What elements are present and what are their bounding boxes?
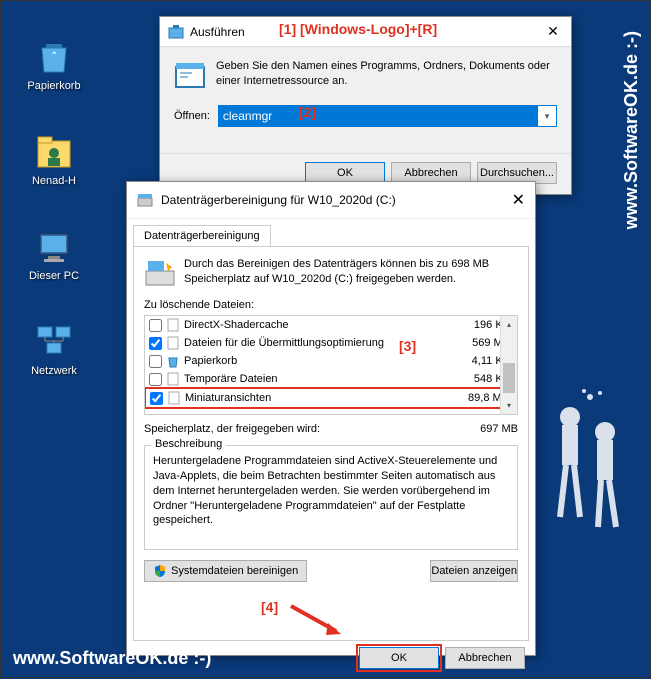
file-name: Miniaturansichten [185, 392, 454, 404]
run-dialog: Ausführen ✕ Geben Sie den Namen eines Pr… [159, 16, 572, 195]
file-checkbox[interactable] [149, 319, 162, 332]
description-group: Beschreibung Heruntergeladene Programmda… [144, 445, 518, 550]
file-icon [166, 372, 180, 386]
list-item[interactable]: Dateien für die Übermittlungsoptimierung… [145, 334, 517, 352]
run-title: Ausführen [190, 25, 543, 39]
run-body: Geben Sie den Namen eines Programms, Ord… [160, 47, 571, 153]
close-icon[interactable]: ✕ [512, 190, 525, 210]
run-combobox[interactable]: ▾ [218, 105, 557, 127]
chevron-down-icon[interactable]: ▾ [538, 106, 556, 126]
desktop-icon-network[interactable]: Netzwerk [19, 321, 89, 377]
recycle-bin-icon [34, 36, 74, 76]
desktop-icon-label: Netzwerk [19, 365, 89, 377]
disk-cleanup-icon [137, 192, 153, 208]
shield-icon [153, 564, 167, 578]
desktop-icon-label: Dieser PC [19, 270, 89, 282]
description-text: Heruntergeladene Programmdateien sind Ac… [153, 454, 509, 528]
scrollbar-thumb[interactable] [503, 363, 515, 393]
decorative-figures-icon [540, 387, 640, 537]
list-item[interactable]: Temporäre Dateien 548 KB [145, 370, 517, 388]
clean-system-files-label: Systemdateien bereinigen [171, 565, 298, 577]
run-title-icon [168, 24, 184, 40]
recycle-bin-icon [166, 354, 180, 368]
desktop-icon-label: Nenad-H [19, 175, 89, 187]
run-app-icon [174, 59, 206, 91]
desktop-icon-user-folder[interactable]: Nenad-H [19, 131, 89, 187]
network-icon [34, 321, 74, 361]
disk-info-text: Durch das Bereinigen des Datenträgers kö… [184, 257, 518, 289]
file-icon [166, 318, 180, 332]
scrollbar[interactable]: ▴ ▾ [500, 316, 517, 414]
scroll-down-icon[interactable]: ▾ [501, 397, 517, 414]
scroll-up-icon[interactable]: ▴ [501, 316, 517, 333]
disk-cleanup-dialog: Datenträgerbereinigung für W10_2020d (C:… [126, 181, 536, 656]
user-folder-icon [34, 131, 74, 171]
run-titlebar: Ausführen ✕ [160, 17, 571, 47]
description-legend: Beschreibung [151, 438, 226, 450]
disk-title: Datenträgerbereinigung für W10_2020d (C:… [161, 193, 512, 207]
file-checkbox[interactable] [149, 355, 162, 368]
tab-strip: Datenträgerbereinigung [127, 219, 535, 246]
desktop-icon-recycle-bin[interactable]: Papierkorb [19, 36, 89, 92]
total-row: Speicherplatz, der freigegeben wird: 697… [144, 423, 518, 435]
disk-info-icon [144, 257, 176, 289]
file-name: DirectX-Shadercache [184, 319, 455, 331]
desktop-icon-label: Papierkorb [19, 80, 89, 92]
file-name: Papierkorb [184, 355, 455, 367]
files-list: DirectX-Shadercache 196 KB Dateien für d… [144, 315, 518, 415]
file-name: Temporäre Dateien [184, 373, 455, 385]
cancel-button[interactable]: Abbrechen [445, 647, 525, 669]
view-files-button[interactable]: Dateien anzeigen [430, 560, 518, 582]
clean-system-files-button[interactable]: Systemdateien bereinigen [144, 560, 307, 582]
this-pc-icon [34, 226, 74, 266]
run-description: Geben Sie den Namen eines Programms, Ord… [216, 59, 557, 91]
tab-cleanup[interactable]: Datenträgerbereinigung [133, 225, 271, 246]
list-item[interactable]: Miniaturansichten 89,8 MB [144, 387, 518, 409]
file-icon [167, 391, 181, 405]
lower-button-row: Systemdateien bereinigen Dateien anzeige… [144, 560, 518, 582]
tab-panel: Durch das Bereinigen des Datenträgers kö… [133, 246, 529, 641]
run-open-label: Öffnen: [174, 110, 210, 122]
watermark-side: www.SoftwareOK.de :-) [621, 31, 642, 229]
close-icon[interactable]: ✕ [543, 23, 563, 40]
file-checkbox[interactable] [149, 337, 162, 350]
file-icon [166, 336, 180, 350]
run-input[interactable] [219, 106, 538, 126]
total-value: 697 MB [480, 423, 518, 435]
scrollbar-track[interactable] [501, 333, 517, 397]
desktop-icon-this-pc[interactable]: Dieser PC [19, 226, 89, 282]
file-name: Dateien für die Übermittlungsoptimierung [184, 337, 455, 349]
file-checkbox[interactable] [150, 392, 163, 405]
total-label: Speicherplatz, der freigegeben wird: [144, 423, 480, 435]
file-checkbox[interactable] [149, 373, 162, 386]
list-item[interactable]: DirectX-Shadercache 196 KB [145, 316, 517, 334]
ok-button[interactable]: OK [359, 647, 439, 669]
files-list-label: Zu löschende Dateien: [144, 299, 518, 311]
disk-titlebar: Datenträgerbereinigung für W10_2020d (C:… [127, 182, 535, 219]
list-item[interactable]: Papierkorb 4,11 KB [145, 352, 517, 370]
watermark-bottom: www.SoftwareOK.de :-) [13, 648, 211, 669]
